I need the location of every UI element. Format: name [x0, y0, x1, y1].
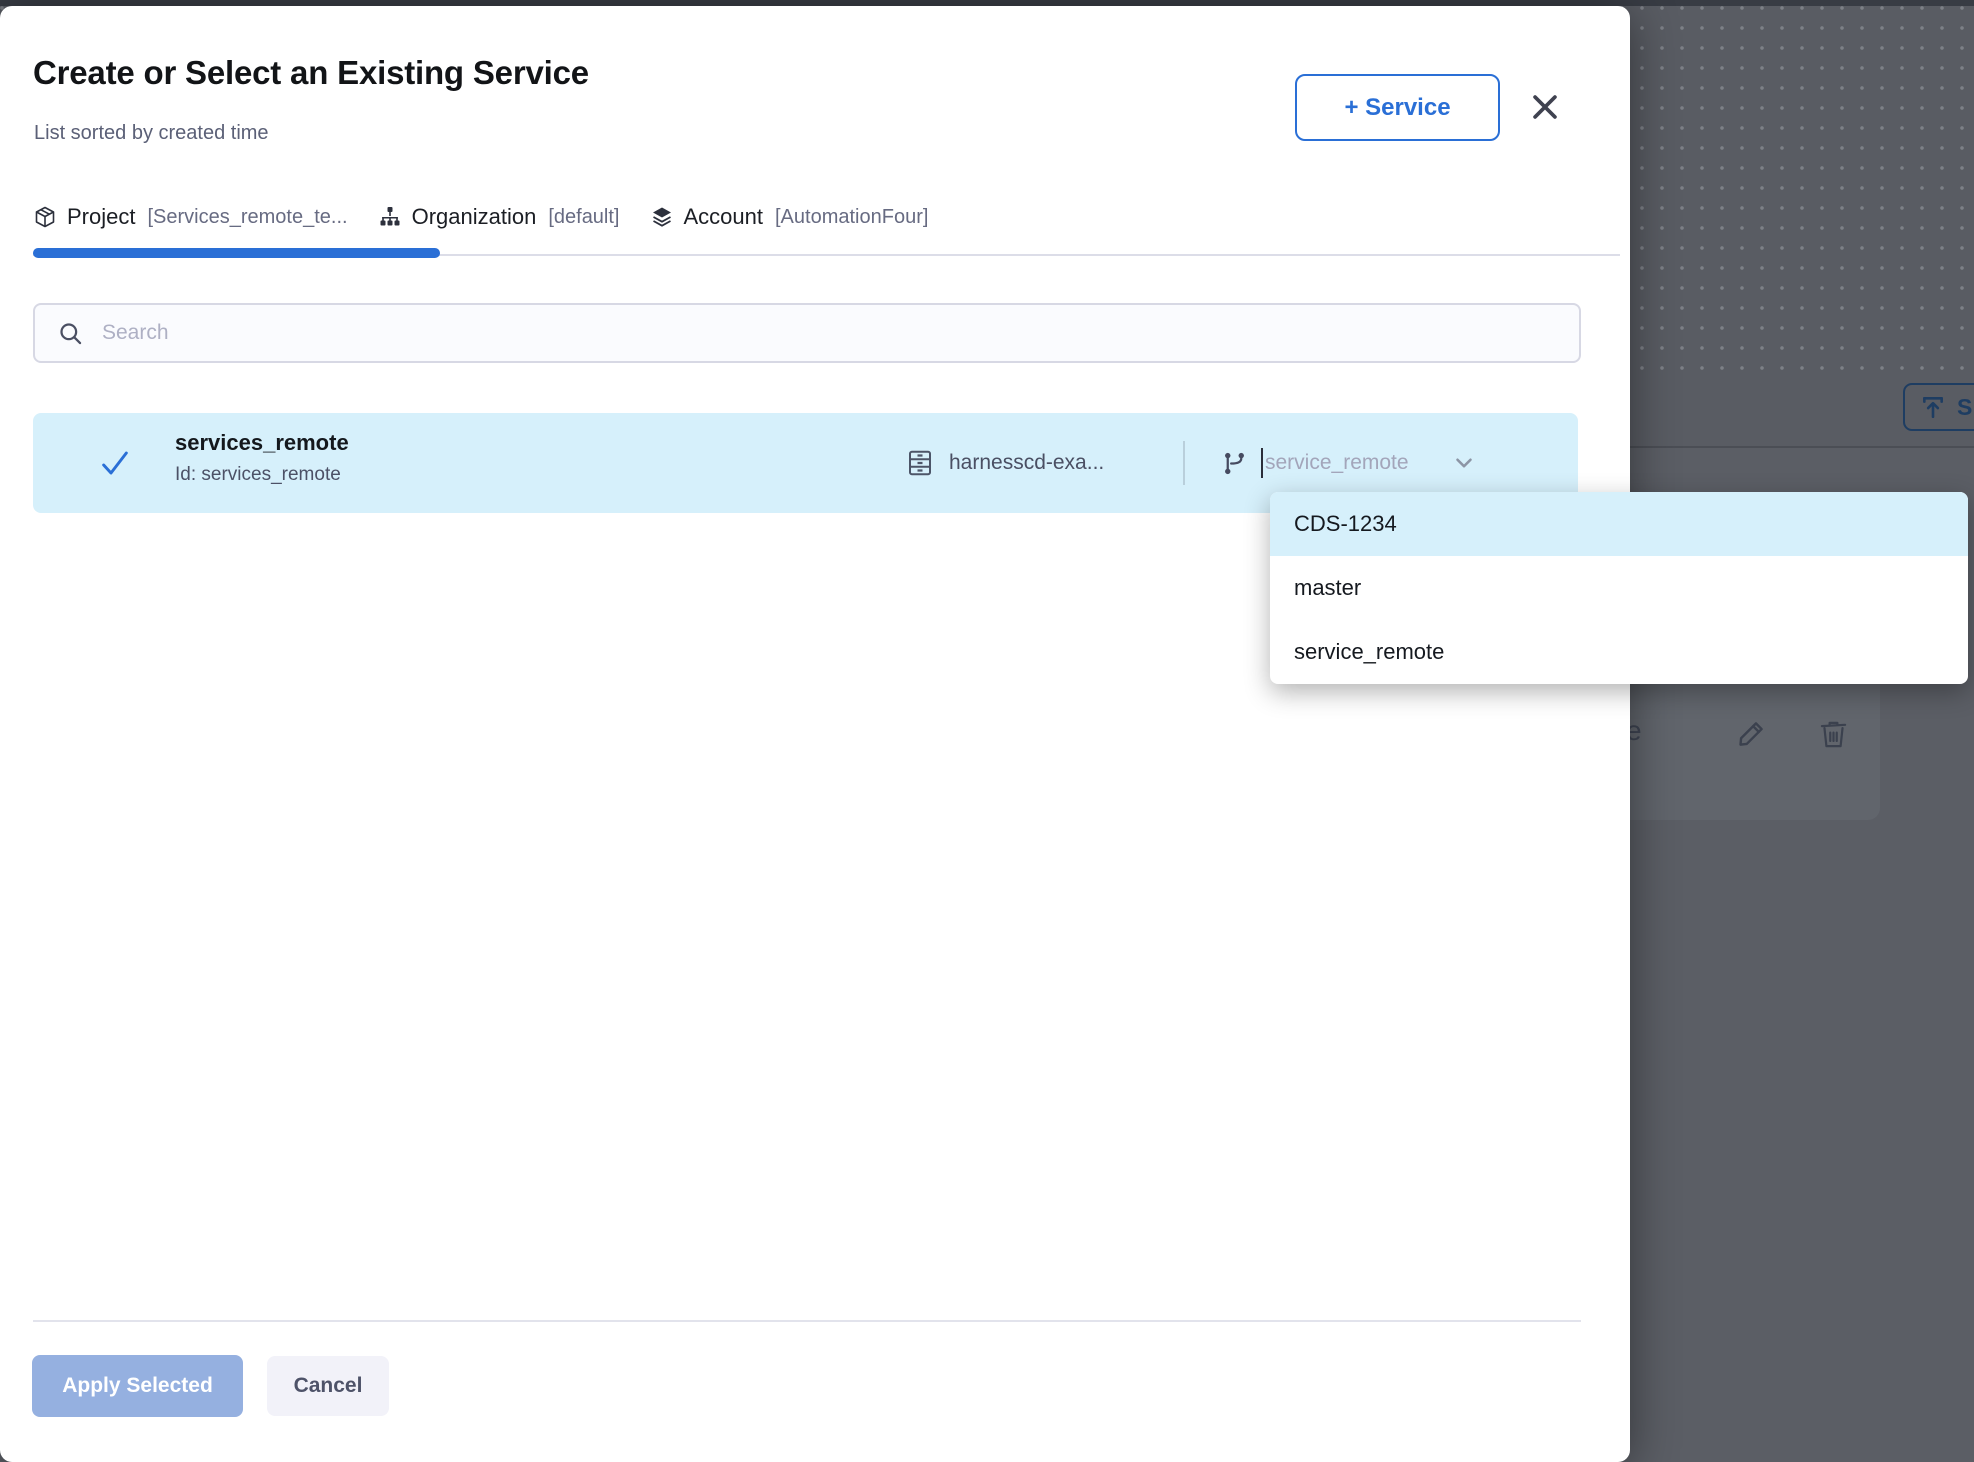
branch-select[interactable]: service_remote — [1221, 448, 1477, 478]
service-name: services_remote — [175, 430, 349, 456]
branch-option-master[interactable]: master — [1270, 556, 1968, 620]
cube-icon — [33, 205, 57, 229]
search-icon — [57, 320, 84, 347]
branch-option-service-remote[interactable]: service_remote — [1270, 620, 1968, 684]
org-sitemap-icon — [378, 205, 402, 229]
tab-organization-label: Organization — [412, 204, 537, 230]
search-input[interactable] — [102, 321, 1579, 345]
text-cursor — [1261, 448, 1263, 478]
close-button[interactable] — [1522, 84, 1568, 130]
apply-selected-button[interactable]: Apply Selected — [32, 1355, 243, 1417]
tab-account[interactable]: Account [AutomationFour] — [650, 204, 929, 230]
tab-organization[interactable]: Organization [default] — [378, 204, 620, 230]
tab-account-label: Account — [684, 204, 764, 230]
row-divider — [1183, 441, 1185, 485]
repo-name: harnesscd-exa... — [949, 451, 1104, 475]
selected-check-icon — [97, 447, 133, 479]
git-branch-icon — [1221, 450, 1248, 477]
save-button-label: S — [1957, 394, 1972, 421]
branch-option-cds-1234[interactable]: CDS-1234 — [1270, 492, 1968, 556]
edit-icon[interactable] — [1734, 717, 1768, 751]
delete-icon[interactable] — [1818, 719, 1849, 750]
active-tab-indicator — [33, 248, 440, 258]
branch-input-placeholder: service_remote — [1265, 451, 1409, 475]
screen: e S Create or Select an Existing Service… — [0, 0, 1974, 1462]
tab-account-scope: [AutomationFour] — [775, 206, 928, 229]
search-box — [33, 303, 1581, 363]
tab-project[interactable]: Project [Services_remote_te... — [33, 204, 348, 230]
repo-info: harnesscd-exa... — [905, 448, 1104, 478]
branch-dropdown-menu: CDS-1234 master service_remote — [1270, 492, 1968, 684]
modal-title: Create or Select an Existing Service — [33, 54, 589, 92]
service-id: Id: services_remote — [175, 464, 349, 486]
layers-icon — [650, 205, 674, 229]
tab-organization-scope: [default] — [548, 206, 619, 229]
close-icon — [1528, 90, 1562, 124]
add-service-button[interactable]: + Service — [1295, 74, 1500, 141]
service-select-modal: Create or Select an Existing Service Lis… — [0, 6, 1630, 1462]
repository-icon — [905, 448, 935, 478]
modal-subtitle: List sorted by created time — [34, 122, 269, 145]
upload-icon — [1920, 394, 1946, 420]
scope-tabs: Project [Services_remote_te... Organ — [33, 204, 1630, 264]
cancel-button[interactable]: Cancel — [267, 1356, 389, 1416]
tab-project-scope: [Services_remote_te... — [147, 206, 347, 229]
footer-divider — [33, 1320, 1581, 1322]
chevron-down-icon[interactable] — [1451, 450, 1477, 476]
save-button-partial[interactable]: S — [1903, 383, 1974, 431]
service-name-block: services_remote Id: services_remote — [175, 430, 349, 486]
tab-project-label: Project — [67, 204, 135, 230]
